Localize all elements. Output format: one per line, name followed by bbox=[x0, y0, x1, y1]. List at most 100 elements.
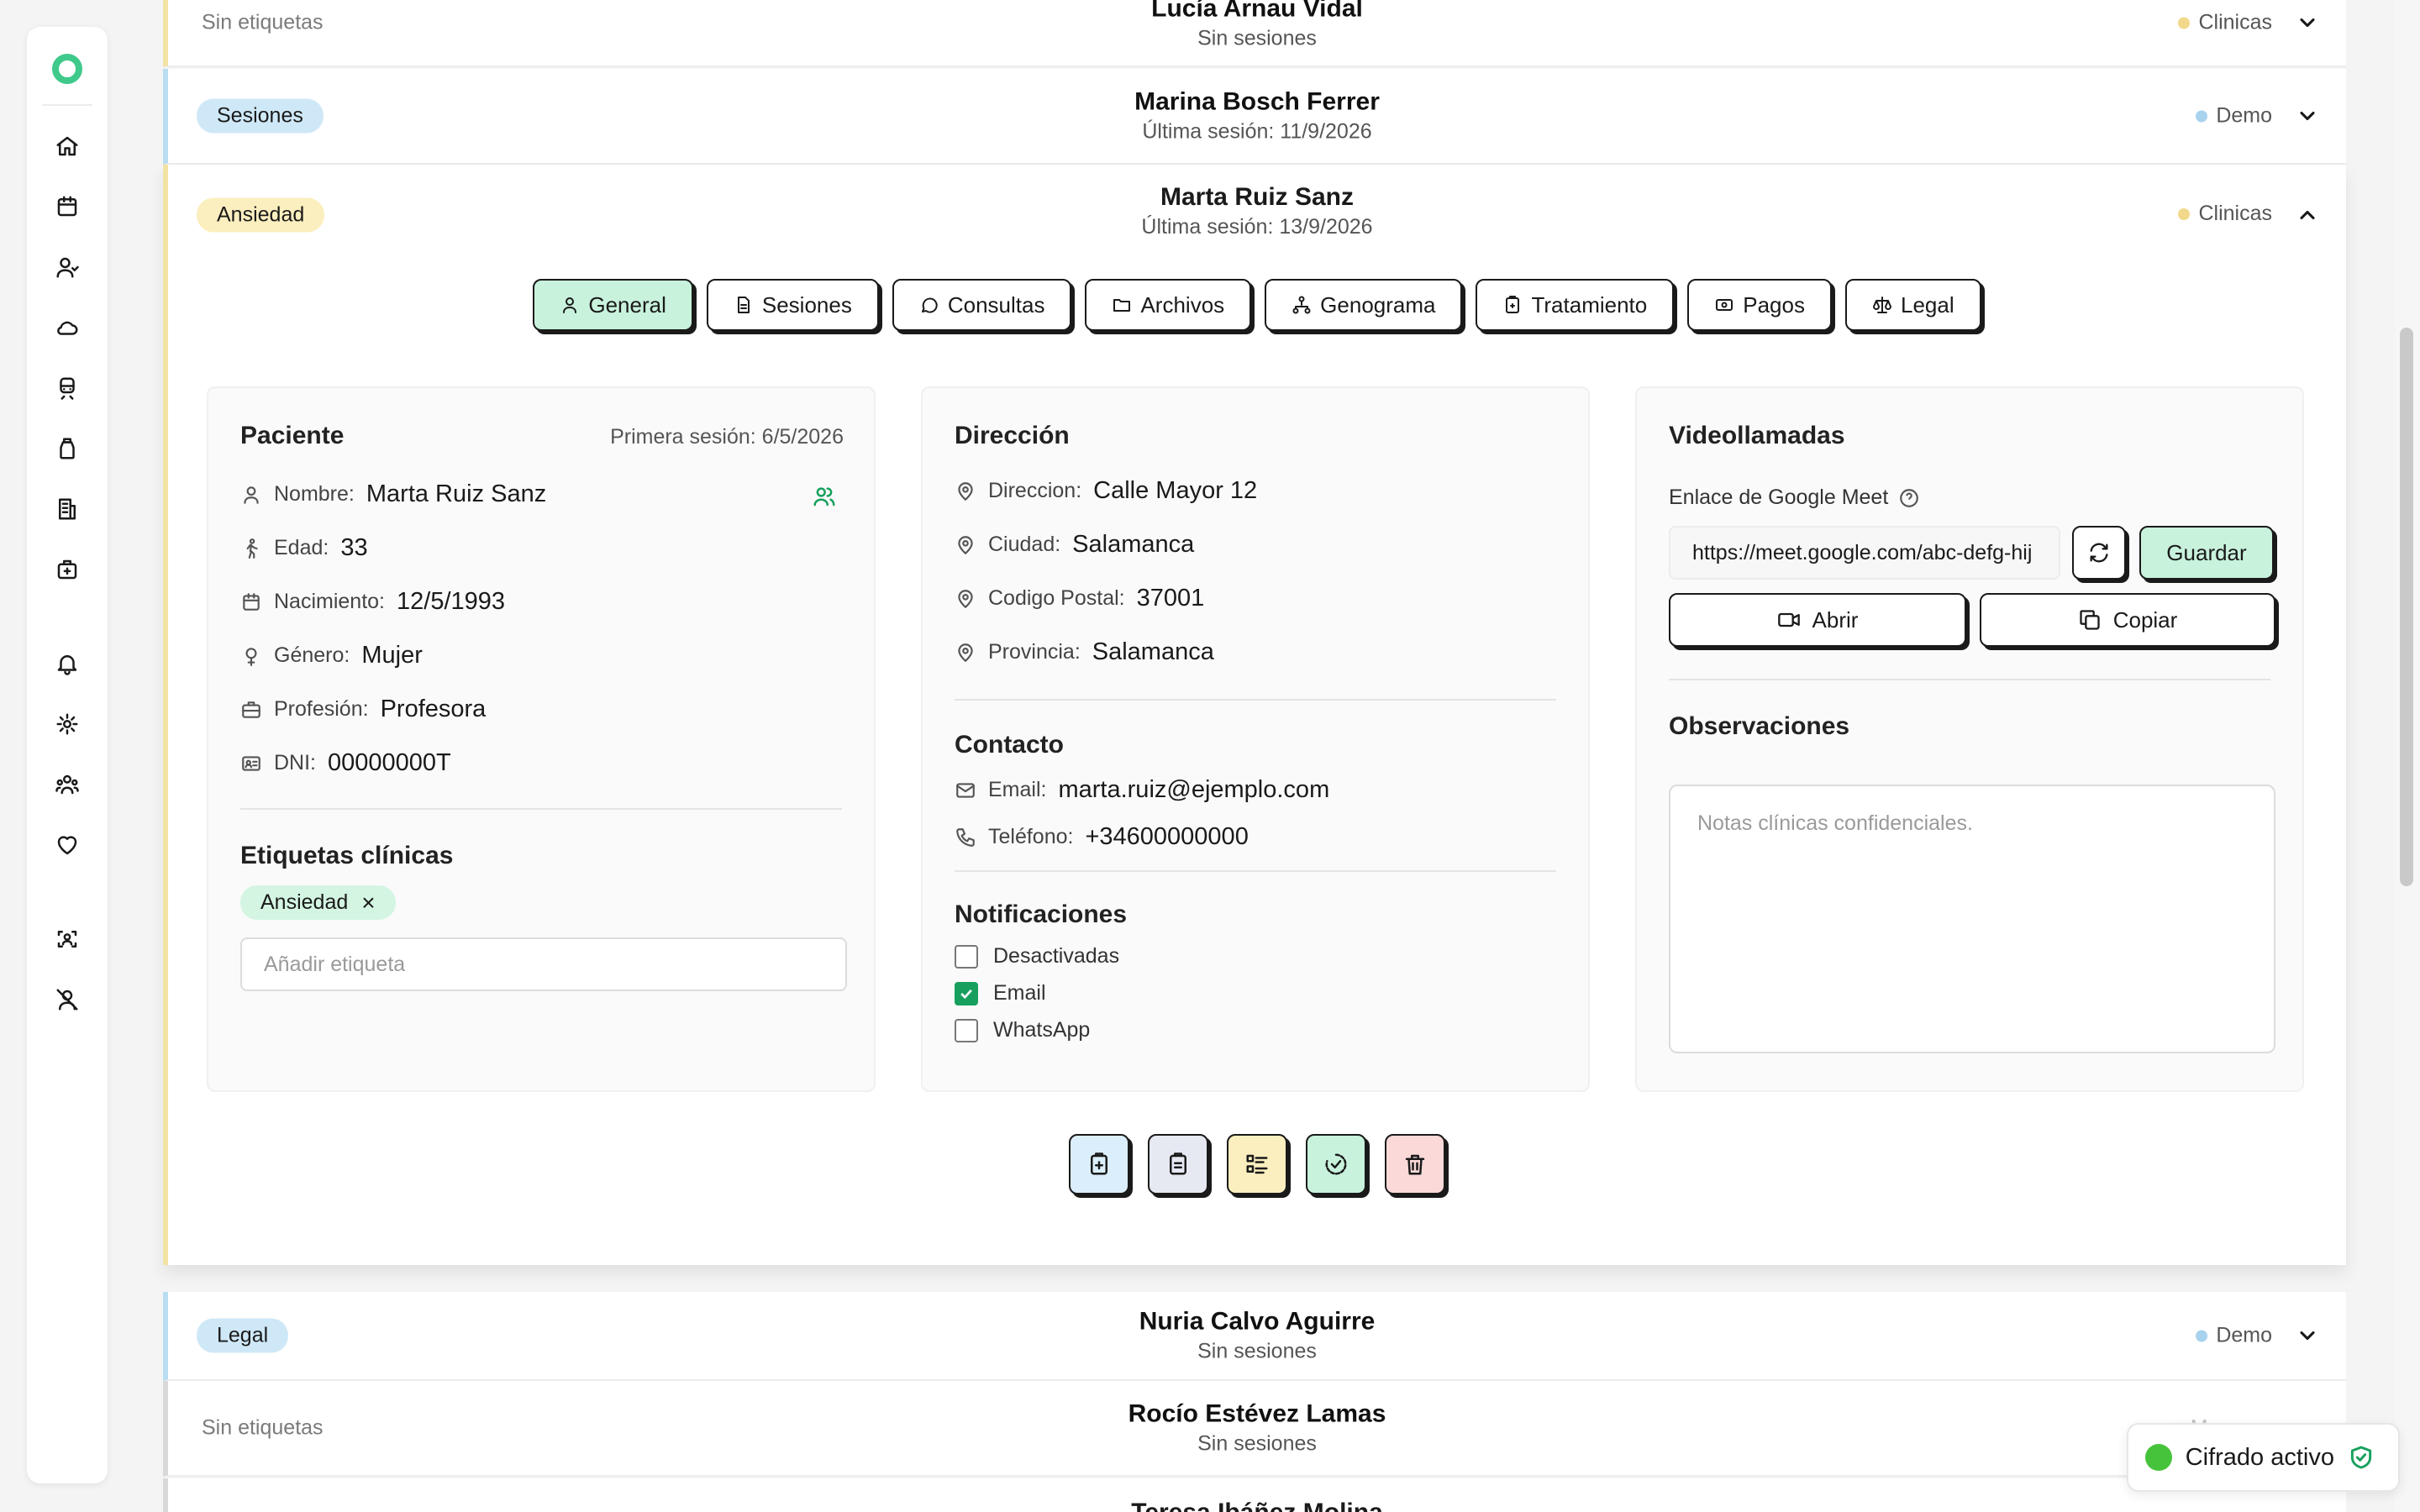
sidebar-item-home[interactable] bbox=[27, 116, 108, 176]
home-icon bbox=[56, 136, 78, 156]
tab-consultas[interactable]: Consultas bbox=[892, 279, 1072, 331]
checkbox[interactable] bbox=[955, 1018, 978, 1042]
divider bbox=[240, 808, 842, 810]
observations-textarea[interactable]: Notas clínicas confidenciales. bbox=[1669, 785, 2275, 1053]
notif-disabled-checkbox[interactable]: Desactivadas bbox=[955, 944, 1119, 969]
sidebar-item-patients[interactable] bbox=[27, 237, 108, 297]
tab-archivos[interactable]: Archivos bbox=[1085, 279, 1252, 331]
sidebar-item-user-off[interactable] bbox=[27, 969, 108, 1030]
video-icon bbox=[1777, 612, 1800, 627]
first-session: Primera sesión: 6/5/2026 bbox=[610, 425, 844, 449]
trash-icon bbox=[1405, 1154, 1425, 1175]
tab-genograma[interactable]: Genograma bbox=[1265, 279, 1463, 331]
checklist-button[interactable] bbox=[1227, 1134, 1287, 1194]
sidebar-item-calendar[interactable] bbox=[27, 176, 108, 237]
building-icon bbox=[59, 498, 76, 520]
tab-sesiones[interactable]: Sesiones bbox=[706, 279, 879, 331]
sidebar-item-favorites[interactable] bbox=[27, 815, 108, 875]
document-icon bbox=[737, 297, 750, 313]
close-icon[interactable]: × bbox=[361, 890, 375, 915]
report-button[interactable] bbox=[1148, 1134, 1208, 1194]
field-label: Género: bbox=[274, 643, 350, 667]
mail-icon bbox=[956, 782, 975, 798]
field-gender: Género: Mujer bbox=[240, 642, 423, 669]
patient-info: Lucía Arnau Vidal Sin sesiones bbox=[168, 0, 2346, 51]
notif-whatsapp-checkbox[interactable]: WhatsApp bbox=[955, 1018, 1090, 1042]
banknote-icon bbox=[1716, 299, 1733, 311]
tab-legal[interactable]: Legal bbox=[1844, 279, 1981, 331]
checkbox-label: WhatsApp bbox=[993, 1018, 1091, 1042]
delete-button[interactable] bbox=[1385, 1134, 1445, 1194]
patient-row[interactable]: Teresa Ibáñez Molina bbox=[163, 1478, 2346, 1512]
open-button[interactable]: Abrir bbox=[1669, 593, 1966, 647]
sidebar-item-notifications[interactable] bbox=[27, 633, 108, 694]
patient-row[interactable]: Legal Nuria Calvo Aguirre Sin sesiones D… bbox=[163, 1292, 2346, 1381]
card-title: Paciente bbox=[240, 422, 345, 449]
sidebar-item-cloud[interactable] bbox=[27, 297, 108, 358]
field-street: Direccion: Calle Mayor 12 bbox=[955, 477, 1257, 505]
patient-row[interactable]: Sin etiquetas Rocío Estévez Lamas Sin se… bbox=[163, 1381, 2346, 1477]
scrollbar-thumb[interactable] bbox=[2400, 328, 2413, 886]
type-dot bbox=[2178, 17, 2191, 29]
app-logo[interactable] bbox=[52, 54, 82, 84]
expand-button[interactable] bbox=[2296, 11, 2319, 34]
map-pin-icon bbox=[958, 535, 973, 554]
help-icon[interactable] bbox=[1898, 487, 1920, 509]
tab-label: Pagos bbox=[1743, 291, 1805, 318]
tab-general[interactable]: General bbox=[533, 279, 693, 331]
checkbox-checked[interactable] bbox=[955, 981, 978, 1005]
family-icon[interactable] bbox=[812, 484, 837, 509]
expanded-patient: Ansiedad Marta Ruiz Sanz Última sesión: … bbox=[163, 165, 2346, 1265]
tab-tratamiento[interactable]: Tratamiento bbox=[1476, 279, 1675, 331]
tab-label: General bbox=[588, 291, 666, 318]
patient-name: Teresa Ibáñez Molina bbox=[168, 1499, 2346, 1512]
checkbox[interactable] bbox=[955, 944, 978, 969]
notif-email-checkbox[interactable]: Email bbox=[955, 981, 1046, 1005]
tab-pagos[interactable]: Pagos bbox=[1687, 279, 1832, 331]
sidebar-item-settings[interactable] bbox=[27, 694, 108, 754]
sidebar-item-face-scan[interactable] bbox=[27, 909, 108, 969]
field-province: Provincia: Salamanca bbox=[955, 638, 1214, 666]
patient-row[interactable]: Sesiones Marina Bosch Ferrer Última sesi… bbox=[163, 69, 2346, 165]
copy-icon bbox=[2080, 610, 2100, 630]
meet-url-input[interactable]: https://meet.google.com/abc-defg-hij bbox=[1669, 526, 2060, 580]
check-icon bbox=[960, 989, 972, 999]
field-label: Email: bbox=[988, 778, 1047, 801]
sidebar-item-train[interactable] bbox=[27, 358, 108, 418]
patient-row-header[interactable]: Ansiedad Marta Ruiz Sanz Última sesión: … bbox=[168, 165, 2346, 265]
patient-type: Clinicas bbox=[2178, 202, 2272, 226]
refresh-icon bbox=[2090, 543, 2108, 563]
collapse-button[interactable] bbox=[2296, 203, 2319, 227]
copy-button[interactable]: Copiar bbox=[1980, 593, 2275, 647]
discharge-button[interactable] bbox=[1306, 1134, 1366, 1194]
chevron-up-icon bbox=[2300, 210, 2315, 220]
field-value: Marta Ruiz Sanz bbox=[366, 480, 547, 507]
sidebar-item-bottle[interactable] bbox=[27, 418, 108, 479]
add-tag-input[interactable]: Añadir etiqueta bbox=[240, 937, 847, 991]
expand-button[interactable] bbox=[2296, 104, 2319, 128]
patient-card: Paciente Primera sesión: 6/5/2026 Nombre… bbox=[207, 386, 876, 1092]
patient-name: Marina Bosch Ferrer bbox=[1134, 87, 1380, 116]
sidebar-item-team[interactable] bbox=[27, 754, 108, 815]
patient-name: Nuria Calvo Aguirre bbox=[1139, 1307, 1376, 1336]
video-card: Videollamadas Enlace de Google Meet http… bbox=[1635, 386, 2304, 1092]
field-value: Salamanca bbox=[1092, 638, 1214, 665]
expand-button[interactable] bbox=[2296, 1324, 2319, 1347]
hierarchy-icon bbox=[1292, 296, 1311, 314]
patient-row[interactable]: Sin etiquetas Lucía Arnau Vidal Sin sesi… bbox=[163, 0, 2346, 67]
scrollbar[interactable] bbox=[2395, 0, 2420, 1512]
add-report-button[interactable] bbox=[1069, 1134, 1129, 1194]
field-value: 33 bbox=[340, 534, 368, 561]
regenerate-button[interactable] bbox=[2072, 526, 2126, 580]
sidebar-item-building[interactable] bbox=[27, 479, 108, 539]
chat-icon bbox=[921, 297, 938, 313]
tab-label: Archivos bbox=[1140, 291, 1225, 318]
id-card-icon bbox=[242, 755, 260, 771]
field-value: Calle Mayor 12 bbox=[1093, 477, 1258, 504]
sidebar-item-medical[interactable] bbox=[27, 539, 108, 600]
save-button[interactable]: Guardar bbox=[2139, 526, 2274, 580]
patient-info: Marta Ruiz Sanz Última sesión: 13/9/2026 bbox=[168, 183, 2346, 239]
session-status: Sin sesiones bbox=[1197, 26, 1317, 50]
tab-label: Genograma bbox=[1320, 291, 1436, 318]
patient-type: Demo bbox=[2196, 1324, 2272, 1348]
